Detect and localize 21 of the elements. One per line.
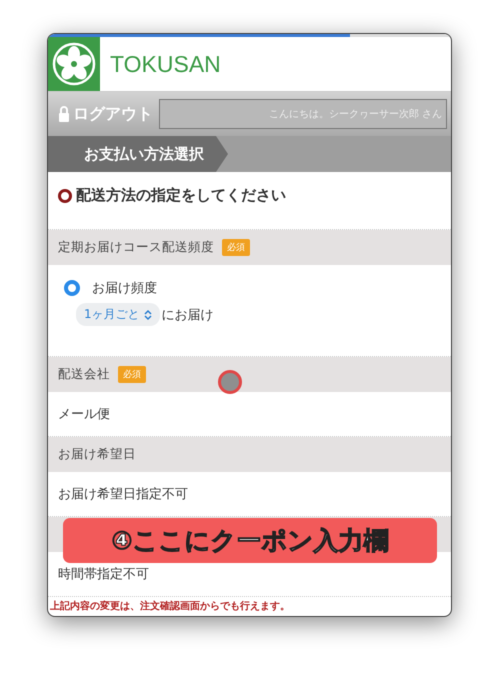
- section-label: お届け希望日: [58, 446, 136, 463]
- logout-link[interactable]: ログアウト: [58, 104, 153, 124]
- section-value: お届け希望日指定不可: [48, 472, 451, 517]
- brand-name[interactable]: TOKUSAN: [110, 50, 221, 78]
- caption-banner: ④ここにクーポン入力欄: [63, 518, 437, 563]
- section-label: 配送会社: [58, 366, 110, 383]
- page-title: 配送方法の指定をしてください: [76, 186, 286, 205]
- section-label: 定期お届けコース配送頻度: [58, 239, 214, 256]
- ring-icon: [58, 188, 72, 202]
- frequency-select[interactable]: 1ヶ月ごと: [76, 303, 160, 326]
- lock-icon: [58, 106, 70, 122]
- option-label: お届け頻度: [92, 280, 157, 297]
- clover-logo-icon[interactable]: [48, 37, 100, 91]
- section-value: メール便: [48, 392, 451, 437]
- footer-note: 上記内容の変更は、注文確認画面からでも行えます。: [49, 599, 291, 614]
- required-badge: 必須: [118, 366, 146, 383]
- suffix-text: にお届け: [162, 306, 214, 324]
- stepper-icon: [144, 308, 152, 320]
- radio-button[interactable]: [64, 280, 80, 296]
- breadcrumb-step: お支払い方法選択: [48, 136, 228, 172]
- required-badge: 必須: [222, 239, 250, 256]
